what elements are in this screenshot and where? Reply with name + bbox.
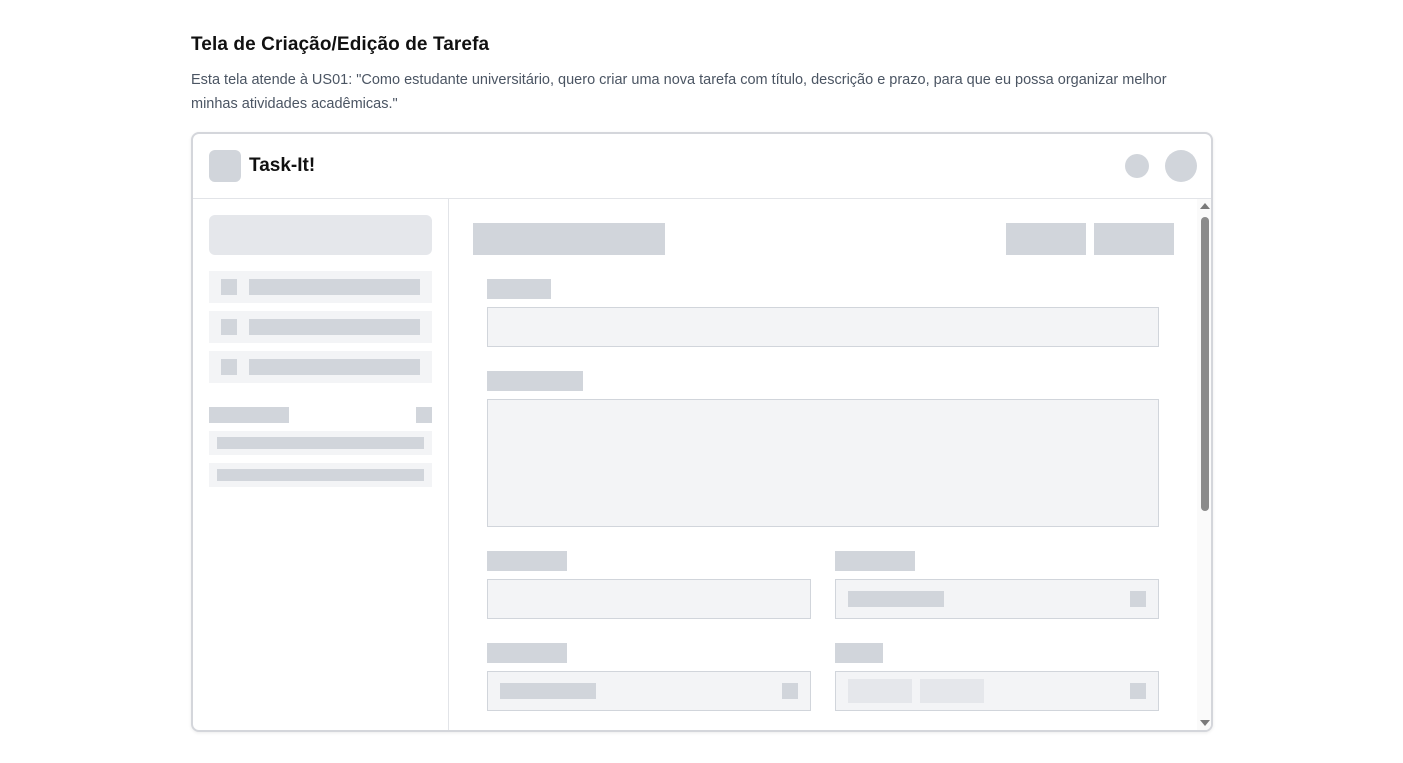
scroll-up-icon[interactable] xyxy=(1200,203,1210,209)
nav-label xyxy=(249,359,420,375)
tag-chip[interactable] xyxy=(920,679,984,703)
page-description: Esta tela atende à US01: "Como estudante… xyxy=(191,72,1167,112)
sidebar-nav-item[interactable] xyxy=(209,351,432,383)
description-label xyxy=(487,371,583,391)
section-item-label xyxy=(217,469,424,481)
sidebar xyxy=(193,199,449,730)
scrollbar[interactable] xyxy=(1197,199,1211,730)
scroll-down-icon[interactable] xyxy=(1200,720,1210,726)
category-value xyxy=(500,683,596,699)
save-button[interactable] xyxy=(1094,223,1174,255)
scrollbar-thumb[interactable] xyxy=(1201,217,1209,511)
main-content xyxy=(449,199,1211,730)
new-task-button[interactable] xyxy=(209,215,432,255)
title-label xyxy=(487,279,551,299)
due-date-input[interactable] xyxy=(487,579,811,619)
chevron-down-icon xyxy=(1130,683,1146,699)
nav-icon xyxy=(221,359,237,375)
section-item-label xyxy=(217,437,424,449)
page-title: Tela de Criação/Edição de Tarefa xyxy=(191,34,490,55)
app-header: Task-It! xyxy=(193,134,1211,199)
title-input[interactable] xyxy=(487,307,1159,347)
notification-icon[interactable] xyxy=(1125,154,1149,178)
avatar[interactable] xyxy=(1165,150,1197,182)
category-label xyxy=(487,643,567,663)
form-title xyxy=(473,223,665,255)
nav-icon xyxy=(221,279,237,295)
add-section-icon[interactable] xyxy=(416,407,432,423)
logo-icon[interactable] xyxy=(209,150,241,182)
cancel-button[interactable] xyxy=(1006,223,1086,255)
category-select[interactable] xyxy=(487,671,811,711)
tags-select[interactable] xyxy=(835,671,1159,711)
priority-value xyxy=(848,591,944,607)
tag-chip[interactable] xyxy=(848,679,912,703)
app-title: Task-It! xyxy=(249,155,316,176)
priority-select[interactable] xyxy=(835,579,1159,619)
chevron-down-icon xyxy=(782,683,798,699)
description-textarea[interactable] xyxy=(487,399,1159,527)
chevron-down-icon xyxy=(1130,591,1146,607)
nav-icon xyxy=(221,319,237,335)
nav-label xyxy=(249,319,420,335)
priority-label xyxy=(835,551,915,571)
tags-label xyxy=(835,643,883,663)
sidebar-nav-item[interactable] xyxy=(209,271,432,303)
sidebar-nav-item[interactable] xyxy=(209,311,432,343)
section-heading xyxy=(209,407,289,423)
section-item[interactable] xyxy=(209,431,432,455)
section-item[interactable] xyxy=(209,463,432,487)
due-date-label xyxy=(487,551,567,571)
app-wireframe: Task-It! xyxy=(191,132,1213,732)
nav-label xyxy=(249,279,420,295)
